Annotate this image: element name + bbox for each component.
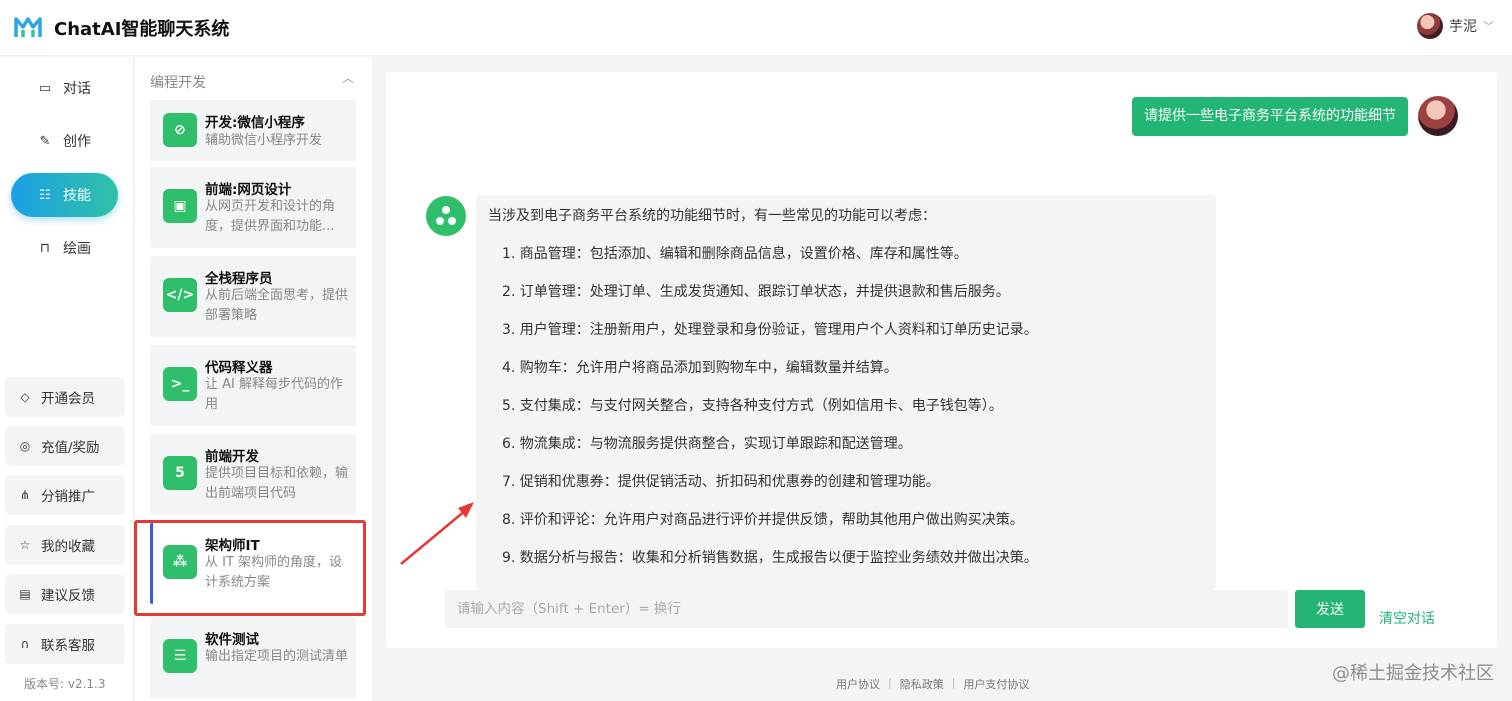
user-menu[interactable]: 芋泥 ﹀ (1417, 13, 1494, 39)
list-item: 7. 促销和优惠券：提供促销活动、折扣码和优惠券的创建和管理功能。 (502, 474, 940, 490)
list-item: 5. 支付集成：与支付网关整合，支持各种支付方式（例如信用卡、电子钱包等）。 (502, 398, 1003, 414)
test-checklist-icon: ☰ (163, 639, 197, 673)
pen-icon: ✎ (39, 133, 51, 149)
skill-desc: 从网页开发和设计的角度，提供界面和功能... (205, 199, 336, 234)
chevron-down-icon[interactable]: ﹀ (1483, 18, 1494, 34)
feedback-button[interactable]: ▤ 建议反馈 (5, 574, 125, 614)
terminal-icon: >_ (163, 367, 197, 401)
diamond-icon: ◇ (20, 390, 30, 404)
skill-title: 前端:网页设计 (205, 182, 292, 198)
vip-label: 开通会员 (41, 391, 95, 407)
star-icon: ☆ (19, 538, 31, 552)
skill-desc: 输出指定项目的测试清单 (205, 649, 349, 664)
feedback-label: 建议反馈 (41, 588, 95, 604)
left-nav: ▭ 对话 ✎ 创作 ☷ 技能 ⊓ 绘画 ◇ 开通会员 ◎ 充值/奖励 ⋔ 分销推… (0, 57, 134, 701)
top-header: ChatAI智能聊天系统 芋泥 ﹀ (0, 0, 1512, 56)
clear-chat-link[interactable]: 清空对话 (1379, 608, 1435, 628)
chat-icon: ▭ (38, 80, 52, 96)
favorites-label: 我的收藏 (41, 539, 95, 555)
feedback-icon: ▤ (19, 587, 31, 601)
skill-card[interactable]: ▣ 前端:网页设计 从网页开发和设计的角度，提供界面和功能... (150, 167, 356, 248)
code-monitor-icon: </> (163, 278, 197, 312)
skill-card[interactable]: 5 前端开发 提供项目目标和依赖，输出前端项目代码 (150, 434, 356, 515)
skill-card[interactable]: ☰ 软件测试 输出指定项目的测试清单 (150, 617, 356, 698)
nav-item-chat[interactable]: ▭ 对话 (11, 66, 118, 110)
watermark: @稀土掘金技术社区 (1332, 663, 1494, 684)
nav-item-skill[interactable]: ☷ 技能 (11, 173, 118, 217)
app-title: ChatAI智能聊天系统 (54, 19, 230, 40)
list-item: 8. 评价和评论：允许用户对商品进行评价并提供反馈，帮助其他用户做出购买决策。 (502, 512, 1024, 528)
send-button[interactable]: 发送 (1295, 590, 1365, 628)
footer-links: 用户协议 | 隐私政策 | 用户支付协议 (836, 676, 1029, 692)
skill-title: 开发:微信小程序 (205, 115, 305, 131)
nav-item-create[interactable]: ✎ 创作 (11, 119, 118, 163)
bot-avatar-icon (426, 196, 466, 236)
promotion-button[interactable]: ⋔ 分销推广 (5, 475, 125, 515)
vip-button[interactable]: ◇ 开通会员 (5, 377, 125, 417)
brush-icon: ⊓ (39, 240, 51, 256)
payment-agreement-link[interactable]: 用户支付协议 (963, 676, 1029, 692)
chat-input[interactable] (445, 590, 1288, 628)
recharge-label: 充值/奖励 (41, 440, 100, 456)
nav-item-label: 技能 (63, 188, 91, 204)
coin-icon: ◎ (19, 439, 31, 453)
group-title: 编程开发 (150, 75, 206, 91)
skill-card[interactable]: ⊘ 开发:微信小程序 辅助微信小程序开发 (150, 100, 356, 161)
headset-icon: ∩ (20, 637, 30, 651)
list-item: 2. 订单管理：处理订单、生成发货通知、跟踪订单状态，并提供退款和售后服务。 (502, 284, 1010, 300)
skill-desc: 让 AI 解释每步代码的作用 (205, 377, 343, 412)
privacy-policy-link[interactable]: 隐私政策 (900, 676, 944, 692)
highlight-box (134, 520, 366, 616)
bot-message: 当涉及到电子商务平台系统的功能细节时，有一些常见的功能可以考虑： 1. 商品管理… (476, 195, 1216, 590)
user-agreement-link[interactable]: 用户协议 (836, 676, 880, 692)
list-item: 1. 商品管理：包括添加、编辑和删除商品信息，设置价格、库存和属性等。 (502, 246, 968, 262)
skill-icon: ☷ (39, 187, 51, 203)
mini-program-icon: ⊘ (163, 113, 197, 147)
skill-desc: 辅助微信小程序开发 (205, 133, 323, 148)
skill-title: 全栈程序员 (205, 271, 273, 287)
skill-card[interactable]: >_ 代码释义器 让 AI 解释每步代码的作用 (150, 345, 356, 426)
list-item: 4. 购物车：允许用户将商品添加到购物车中，编辑数量并结算。 (502, 360, 898, 376)
support-button[interactable]: ∩ 联系客服 (5, 624, 125, 664)
version-label: 版本号: v2.1.3 (24, 677, 106, 691)
skill-title: 软件测试 (205, 632, 259, 648)
annotation-arrow-icon (400, 502, 474, 565)
divider: | (951, 676, 956, 689)
bot-intro: 当涉及到电子商务平台系统的功能细节时，有一些常见的功能可以考虑： (488, 208, 936, 224)
chat-panel: 请提供一些电子商务平台系统的功能细节 当涉及到电子商务平台系统的功能细节时，有一… (386, 72, 1497, 648)
avatar[interactable] (1417, 13, 1443, 39)
list-item: 6. 物流集成：与物流服务提供商整合，实现订单跟踪和配送管理。 (502, 436, 912, 452)
nav-item-label: 对话 (63, 81, 91, 97)
list-item: 9. 数据分析与报告：收集和分析销售数据，生成报告以便于监控业务绩效并做出决策。 (502, 550, 1038, 566)
skill-card[interactable]: </> 全栈程序员 从前后端全面思考，提供部署策略 (150, 256, 356, 337)
user-message: 请提供一些电子商务平台系统的功能细节 (1132, 97, 1408, 136)
nav-item-label: 创作 (63, 134, 91, 150)
logo-icon[interactable] (14, 13, 42, 41)
promotion-label: 分销推广 (41, 489, 95, 505)
divider: | (888, 676, 892, 689)
skill-title: 代码释义器 (205, 360, 273, 376)
list-item: 3. 用户管理：注册新用户，处理登录和身份验证，管理用户个人资料和订单历史记录。 (502, 322, 1038, 338)
user-name: 芋泥 (1449, 19, 1477, 35)
webpage-icon: ▣ (163, 189, 197, 223)
chevron-up-icon[interactable]: ︿ (342, 69, 354, 86)
share-icon: ⋔ (19, 488, 31, 502)
support-label: 联系客服 (41, 638, 95, 654)
skill-desc: 提供项目目标和依赖，输出前端项目代码 (205, 466, 349, 501)
skill-title: 前端开发 (205, 449, 259, 465)
favorites-button[interactable]: ☆ 我的收藏 (5, 525, 125, 565)
bot-points: 1. 商品管理：包括添加、编辑和删除商品信息，设置价格、库存和属性等。 2. 订… (488, 244, 1216, 568)
nav-item-label: 绘画 (63, 241, 91, 257)
avatar (1418, 96, 1458, 136)
skill-desc: 从前后端全面思考，提供部署策略 (205, 288, 349, 323)
nav-item-draw[interactable]: ⊓ 绘画 (11, 226, 118, 270)
html5-icon: 5 (163, 456, 197, 490)
recharge-button[interactable]: ◎ 充值/奖励 (5, 426, 125, 466)
